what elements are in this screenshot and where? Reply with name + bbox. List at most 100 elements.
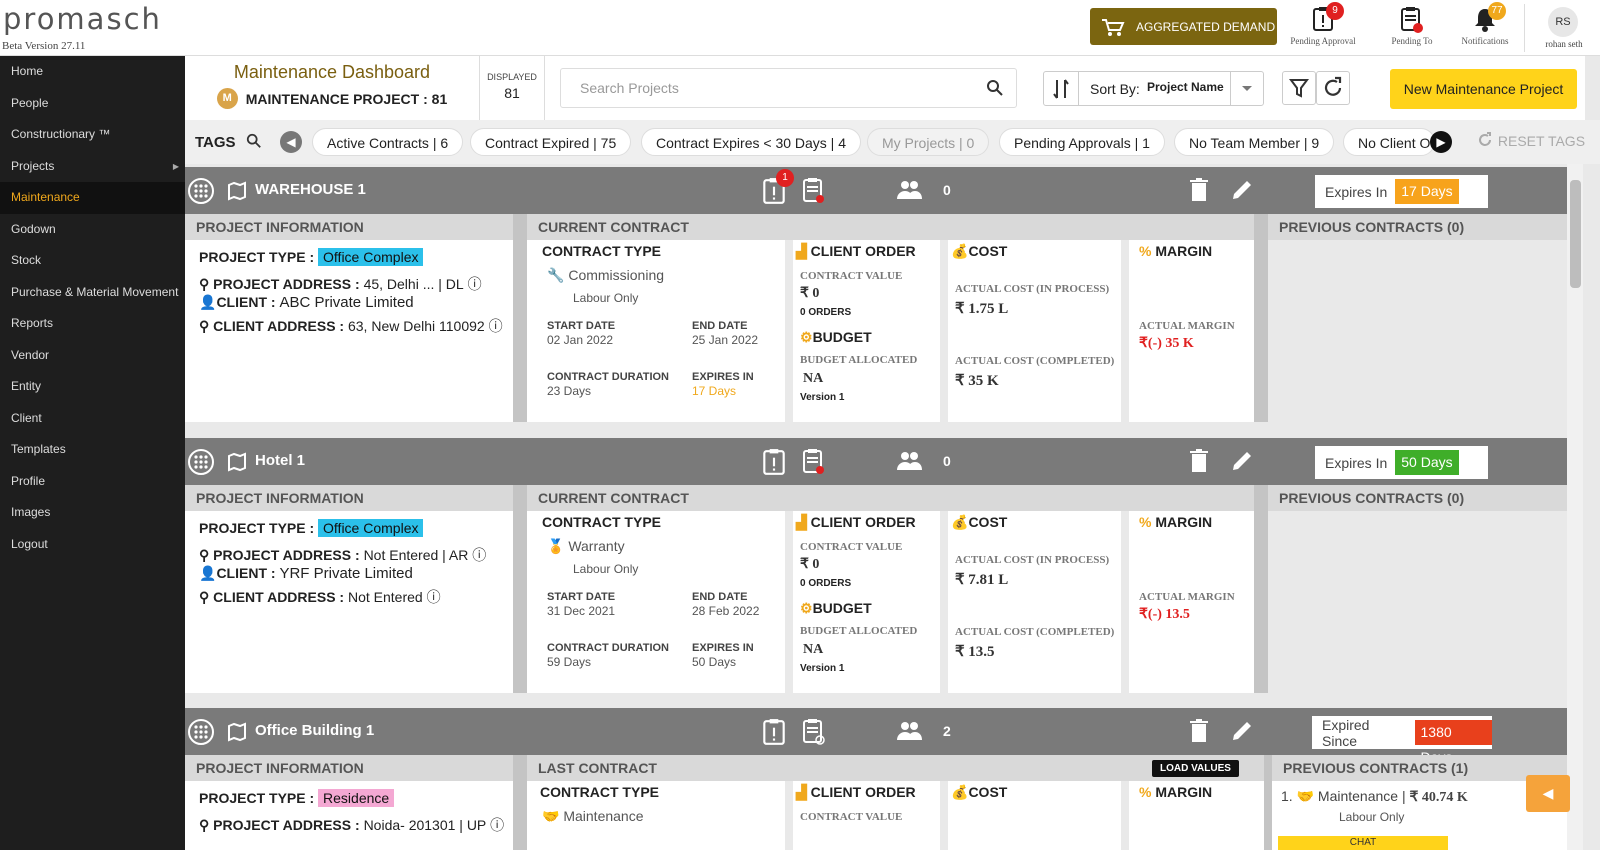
team-icon[interactable] <box>895 450 923 477</box>
delete-icon[interactable] <box>1190 178 1208 207</box>
sidebar-item-purchase[interactable]: Purchase & Material Movement <box>0 277 185 309</box>
sidebar-item-stock[interactable]: Stock <box>0 245 185 277</box>
sort-order-icon[interactable] <box>1044 72 1079 105</box>
expires-in-label: EXPIRES IN <box>692 642 754 654</box>
sidebar-item-entity[interactable]: Entity <box>0 371 185 403</box>
search-icon[interactable] <box>986 79 1004 97</box>
tags-label-text: TAGS <box>195 134 236 151</box>
pin-icon: ⚲ <box>199 547 210 563</box>
app-logo[interactable]: promasch <box>3 2 162 36</box>
info-icon[interactable]: ⓘ <box>468 276 482 292</box>
pin-icon: ⚲ <box>199 589 210 605</box>
sort-dropdown[interactable]: Sort By: Project Name <box>1043 71 1264 106</box>
sidebar-item-client[interactable]: Client <box>0 403 185 435</box>
filter-button[interactable] <box>1282 71 1316 105</box>
section-current-contract: CURRENT CONTRACT <box>527 214 1254 240</box>
reset-tags-label: RESET TAGS <box>1497 133 1586 149</box>
cost-completed: ₹ 13.5 <box>955 644 995 660</box>
tag-pending-approvals[interactable]: Pending Approvals | 1 <box>999 128 1165 156</box>
tags-next-button[interactable]: ▶ <box>1430 131 1452 153</box>
person-icon: 👤 <box>199 565 217 581</box>
sidebar-item-maintenance[interactable]: Maintenance <box>0 182 185 214</box>
previous-contracts-panel <box>1268 511 1567 693</box>
margin-heading: % MARGIN <box>1139 243 1212 259</box>
sidebar-item-reports[interactable]: Reports <box>0 308 185 340</box>
sidebar-item-logout[interactable]: Logout <box>0 529 185 561</box>
chat-button[interactable]: CHAT <box>1278 836 1448 850</box>
info-icon[interactable]: ⓘ <box>427 589 441 605</box>
search-icon[interactable] <box>246 133 262 149</box>
tag-no-client[interactable]: No Client O <box>1343 128 1435 156</box>
sidebar-item-profile[interactable]: Profile <box>0 466 185 498</box>
scrollbar-thumb[interactable] <box>1570 180 1581 288</box>
reset-tags-button[interactable]: RESET TAGS <box>1476 131 1585 149</box>
apps-grid-icon[interactable] <box>188 178 214 204</box>
contract-sub-type: Labour Only <box>573 291 639 305</box>
clipboard-clock-icon[interactable] <box>801 448 827 481</box>
pending-approval-icon[interactable]: 1 <box>762 169 794 210</box>
pending-to-button[interactable]: Pending To <box>1380 4 1444 52</box>
project-name[interactable]: Office Building 1 <box>255 722 374 739</box>
clipboard-clock-icon[interactable] <box>801 718 827 751</box>
username: rohan seth <box>1545 39 1583 49</box>
delete-icon[interactable] <box>1190 719 1208 748</box>
budget-label: BUDGET <box>812 329 872 345</box>
collapse-panel-button[interactable]: ◀ <box>1526 775 1570 812</box>
section-previous-contracts: PREVIOUS CONTRACTS (1) <box>1272 755 1567 781</box>
info-icon[interactable]: ⓘ <box>489 318 503 334</box>
pending-to-label: Pending To <box>1391 36 1433 46</box>
sidebar-item-constructionary[interactable]: Constructionary ™ <box>0 119 185 151</box>
delete-icon[interactable] <box>1190 449 1208 478</box>
info-icon[interactable]: ⓘ <box>490 817 504 833</box>
refresh-button[interactable] <box>1316 71 1350 105</box>
pending-approval-button[interactable]: 9 Pending Approval <box>1288 2 1358 52</box>
tag-contract-expired[interactable]: Contract Expired | 75 <box>470 128 632 156</box>
load-values-button[interactable]: LOAD VALUES <box>1152 760 1239 777</box>
edit-icon[interactable] <box>1230 449 1254 478</box>
search-input[interactable]: Search Projects <box>560 68 1017 108</box>
tags-prev-button[interactable]: ◀ <box>280 131 302 153</box>
map-icon <box>228 722 246 742</box>
sidebar-item-people[interactable]: People <box>0 88 185 120</box>
pin-icon: ⚲ <box>199 318 210 334</box>
edit-icon[interactable] <box>1230 178 1254 207</box>
pin-icon: ⚲ <box>199 817 210 833</box>
apps-grid-icon[interactable] <box>188 719 214 745</box>
pending-approval-icon[interactable] <box>762 718 786 751</box>
pending-approval-icon[interactable] <box>762 448 786 481</box>
tag-no-team-member[interactable]: No Team Member | 9 <box>1174 128 1335 156</box>
previous-contract-item[interactable]: 1. 🤝 Maintenance | ₹ 40.74 K <box>1281 788 1468 806</box>
project-name[interactable]: WAREHOUSE 1 <box>255 181 366 198</box>
search-placeholder: Search Projects <box>580 80 679 96</box>
sidebar-item-godown[interactable]: Godown <box>0 214 185 246</box>
project-name[interactable]: Hotel 1 <box>255 452 305 469</box>
notifications-label: Notifications <box>1461 36 1509 46</box>
sidebar-item-templates[interactable]: Templates <box>0 434 185 466</box>
clipboard-clock-icon[interactable] <box>801 177 827 210</box>
sidebar-item-projects[interactable]: Projects ▶ <box>0 151 185 183</box>
sidebar-item-vendor[interactable]: Vendor <box>0 340 185 372</box>
start-date-label: START DATE <box>547 591 616 603</box>
edit-icon[interactable] <box>1230 719 1254 748</box>
client-order-heading: ▟ CLIENT ORDER <box>796 514 916 531</box>
aggregated-demand-button[interactable]: AGGREGATED DEMAND <box>1090 8 1277 45</box>
apps-grid-icon[interactable] <box>188 449 214 475</box>
info-icon[interactable]: ⓘ <box>472 547 486 563</box>
new-maintenance-project-button[interactable]: New Maintenance Project <box>1390 69 1577 109</box>
chevron-down-icon[interactable] <box>1230 72 1263 105</box>
project-address-label: PROJECT ADDRESS : <box>213 817 360 833</box>
handshake-icon: 🤝 <box>542 808 560 824</box>
tag-my-projects[interactable]: My Projects | 0 <box>867 128 990 156</box>
cost-completed-label: ACTUAL COST (COMPLETED) <box>955 355 1115 367</box>
tag-active-contracts[interactable]: Active Contracts | 6 <box>312 128 464 156</box>
sidebar-item-home[interactable]: Home <box>0 56 185 88</box>
tag-contract-expires-30[interactable]: Contract Expires < 30 Days | 4 <box>641 128 861 156</box>
team-icon[interactable] <box>895 720 923 747</box>
team-icon[interactable] <box>895 179 923 206</box>
project-type-tag: Residence <box>318 789 395 807</box>
team-count: 0 <box>943 182 951 198</box>
sidebar-item-images[interactable]: Images <box>0 497 185 529</box>
notifications-button[interactable]: 77 Notifications <box>1455 2 1515 52</box>
avatar[interactable]: RS <box>1548 7 1578 37</box>
column-divider <box>940 240 948 422</box>
